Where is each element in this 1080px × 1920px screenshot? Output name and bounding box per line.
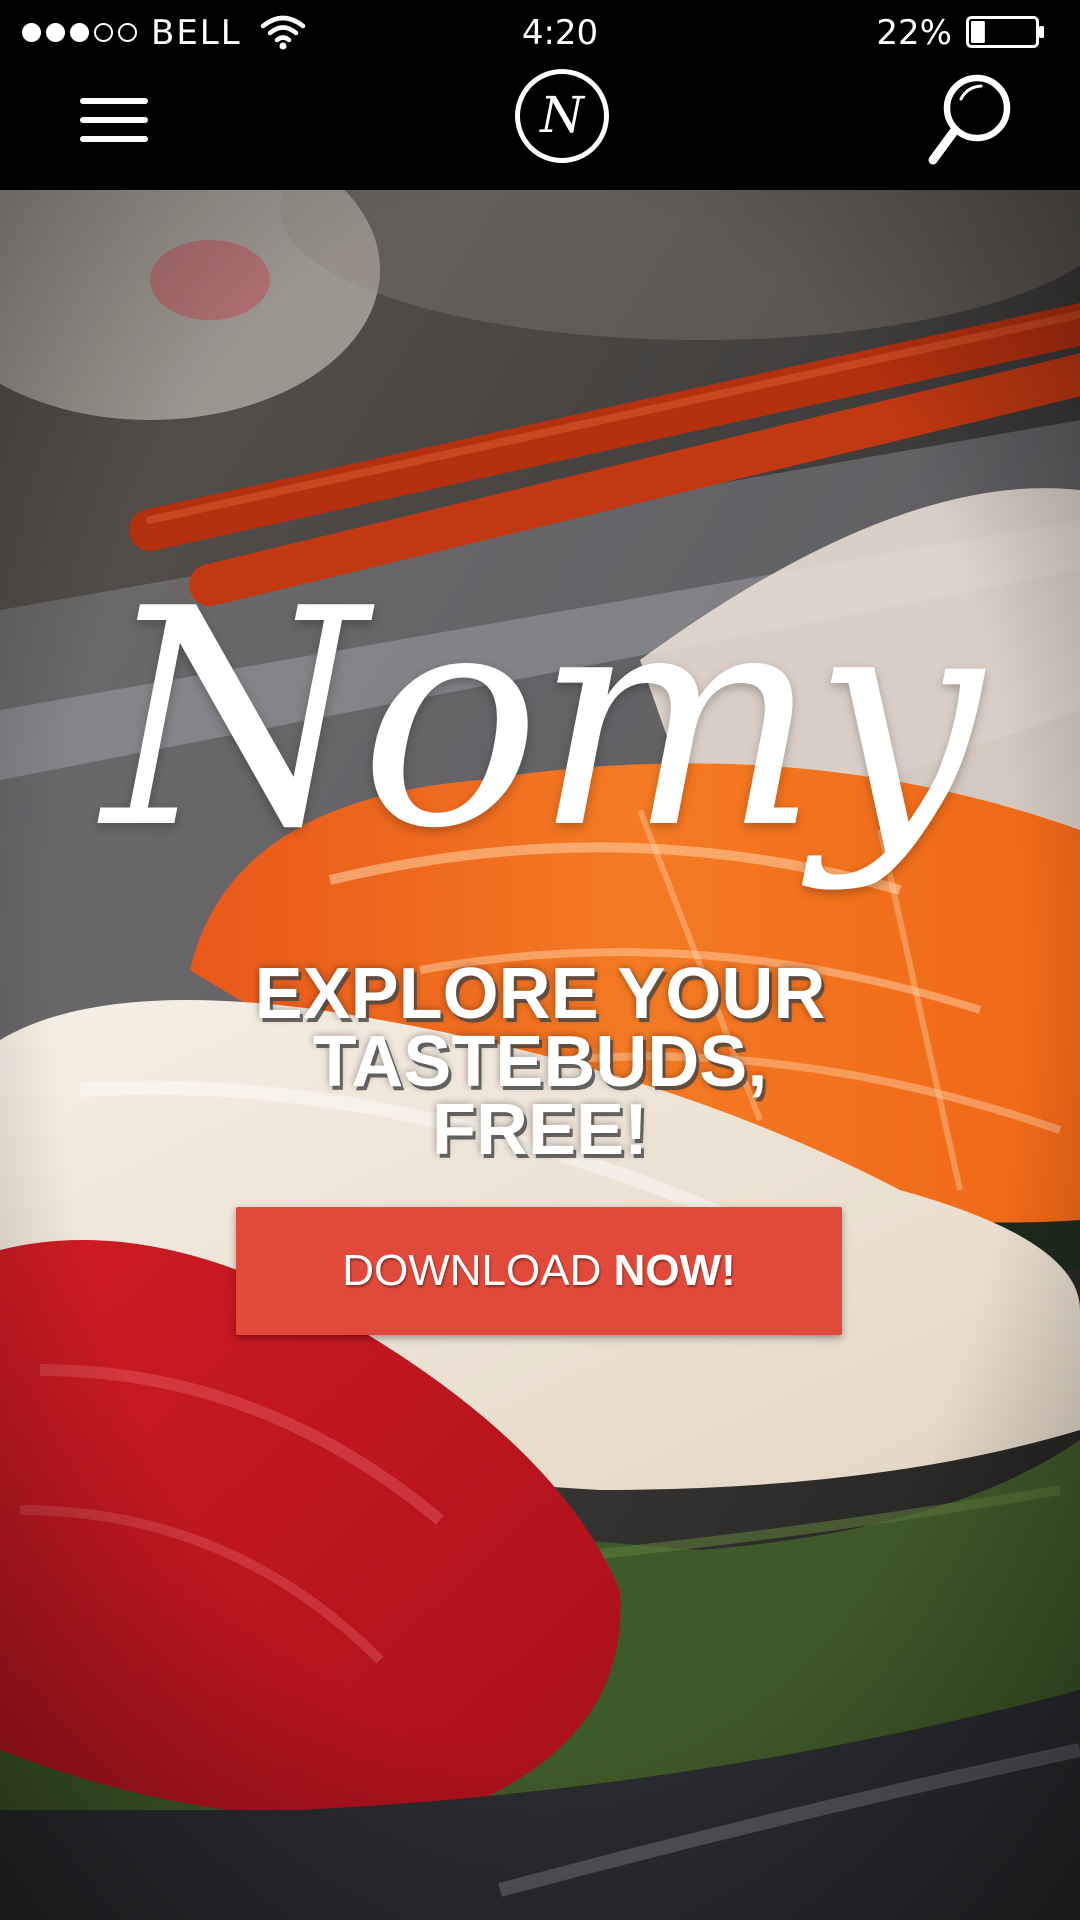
battery-icon [966,16,1044,48]
app-name-title: Nomy [103,545,982,894]
tagline-line: FREE! [432,1090,648,1170]
menu-line [80,136,148,142]
top-navigation-bar: N [0,66,1080,190]
tagline-line: EXPLORE YOUR [254,954,826,1034]
battery-percentage: 22% [876,13,952,53]
hero-section: Nomy EXPLORE YOUR TASTEBUDS, FREE! DOWNL… [0,190,1080,1920]
download-now-button[interactable]: DOWNLOAD NOW! [236,1207,842,1335]
download-label: DOWNLOAD [342,1246,602,1295]
brand-logo[interactable]: N [515,69,609,163]
tagline-line: TASTEBUDS, [312,1022,768,1102]
search-icon[interactable] [925,72,1015,168]
hamburger-menu-icon[interactable] [80,98,150,148]
menu-line [80,117,148,123]
status-bar: BELL 4:20 22% [0,0,1080,66]
download-label-emphasis: NOW! [613,1246,736,1295]
menu-line [80,98,148,104]
hero-tagline: EXPLORE YOUR TASTEBUDS, FREE! [140,954,940,1170]
app-screen: BELL 4:20 22% N Nomy EXPLORE YOUR TASTEB… [0,0,1080,1920]
